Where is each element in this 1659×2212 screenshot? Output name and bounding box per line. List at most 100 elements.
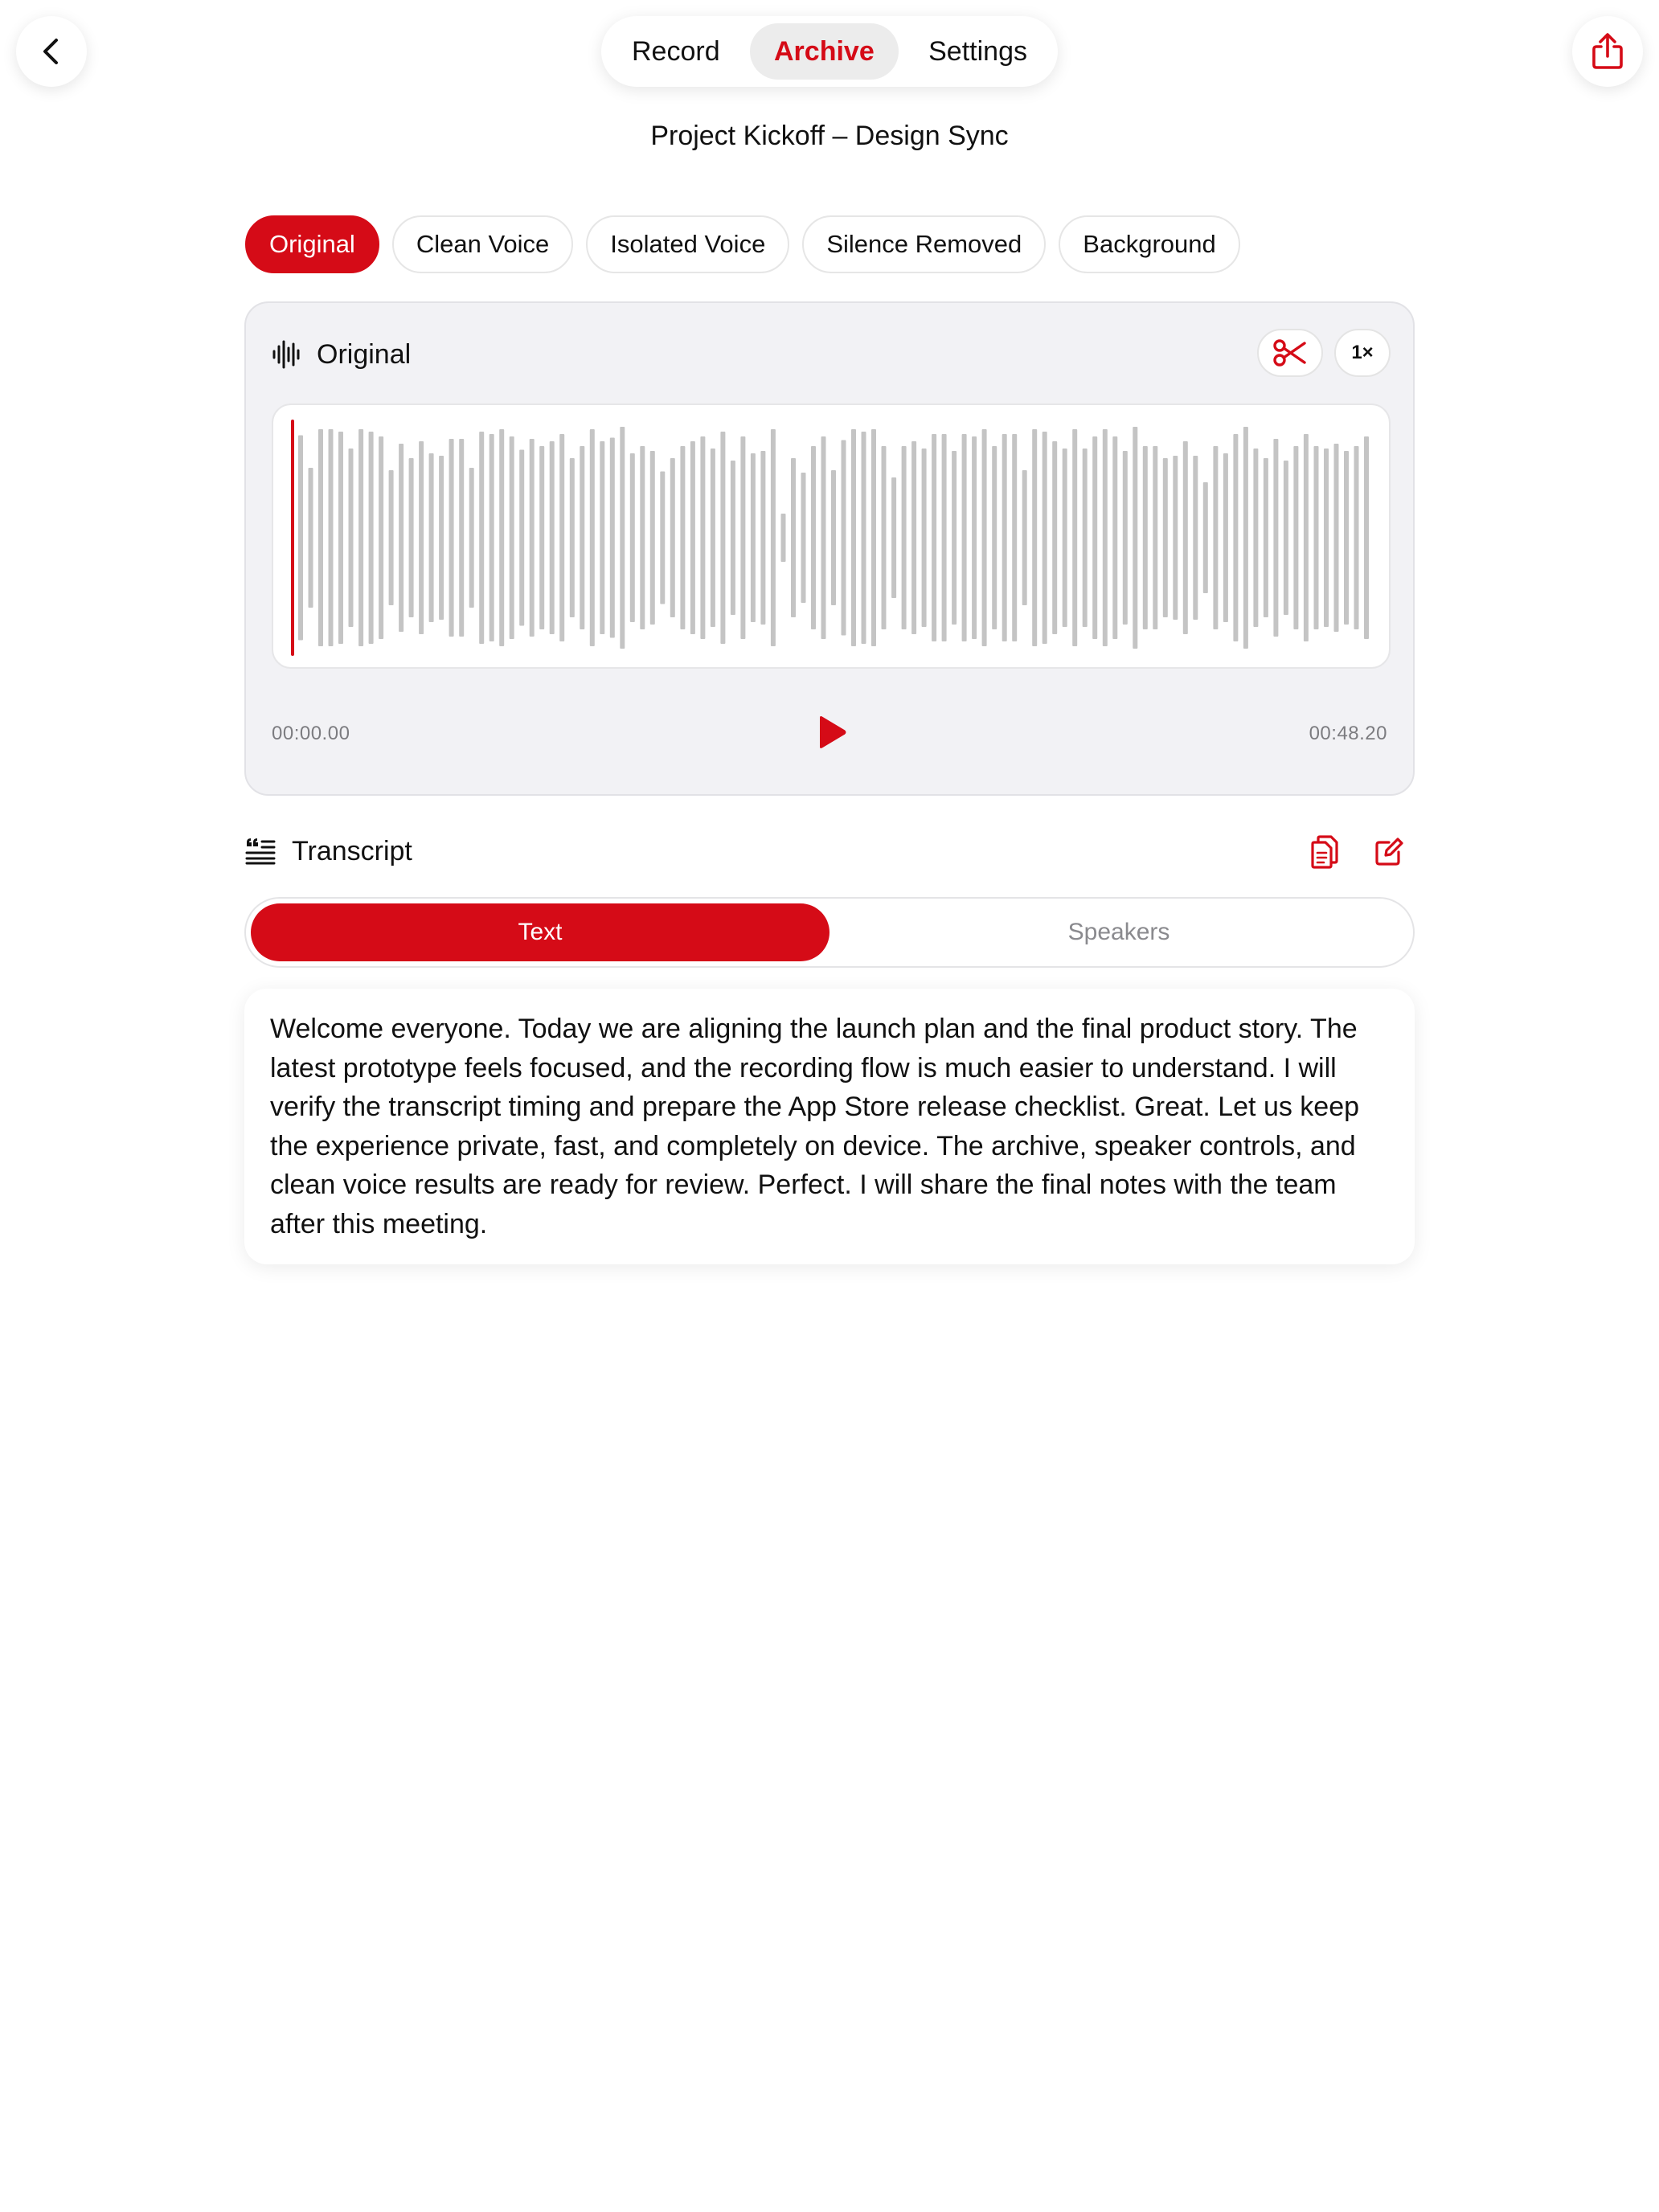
copy-transcript-button[interactable] [1305, 833, 1344, 871]
waveform-bar [1273, 439, 1279, 637]
transcript-text[interactable]: Welcome everyone. Today we are aligning … [270, 1010, 1389, 1244]
waveform-bar [298, 435, 303, 641]
edit-transcript-button[interactable] [1370, 833, 1408, 871]
chip-background[interactable]: Background [1059, 215, 1240, 273]
chip-silence-removed[interactable]: Silence Removed [802, 215, 1047, 273]
play-icon[interactable] [815, 715, 847, 750]
edit-icon [1375, 838, 1403, 866]
waveform-bar [1313, 446, 1319, 629]
waveform-bar [358, 429, 364, 646]
waveform-bar [1052, 441, 1058, 634]
waveform-bar [700, 436, 706, 639]
waveform-bar [670, 458, 675, 617]
waveform-bar [1293, 446, 1299, 629]
waveform-bar [981, 429, 987, 646]
waveform-bar [589, 429, 595, 646]
playback-speed-button[interactable]: 1× [1334, 329, 1391, 377]
tab-speakers[interactable]: Speakers [830, 903, 1408, 961]
waveform-bar [821, 436, 826, 639]
waveform-bar [388, 470, 394, 605]
waveform-bar [640, 446, 645, 629]
waveform-area[interactable] [272, 403, 1391, 669]
waveform-bar [1202, 482, 1208, 593]
audio-player-card: Original 1× 00:00.00 00:48.20 [244, 301, 1415, 796]
trim-button[interactable] [1257, 329, 1323, 377]
main-segmented-control: Record Archive Settings [601, 16, 1058, 87]
waveform-bar [710, 449, 715, 627]
waveform-bar [1193, 456, 1198, 620]
waveform-bar [730, 461, 735, 615]
waveform-bar [1173, 456, 1178, 620]
waveform-bar [348, 449, 354, 627]
waveform-bar [1072, 429, 1078, 646]
waveform-bar [831, 470, 836, 605]
tab-text[interactable]: Text [251, 903, 830, 961]
waveform-bar [469, 468, 474, 608]
waveform-bar [720, 432, 726, 644]
waveform-bar [419, 441, 424, 634]
waveform-bar [1182, 441, 1188, 634]
waveform-bar [952, 451, 957, 625]
back-button[interactable] [16, 16, 87, 87]
waveform-bar [871, 429, 876, 646]
waveform-bar [972, 436, 977, 639]
waveform-bar [770, 429, 776, 646]
waveform-bar [1283, 461, 1288, 615]
copy-icon [1311, 835, 1338, 869]
waveform-bar [1112, 436, 1118, 639]
waveform-bar [529, 439, 535, 637]
transcript-header: Transcript [245, 832, 412, 870]
waveform-bar [338, 432, 343, 644]
waveform-bar [600, 441, 605, 634]
waveform-bar [941, 434, 947, 641]
total-duration: 00:48.20 [1309, 723, 1387, 744]
waveform-bar [449, 439, 454, 637]
waveform-bar [851, 429, 856, 646]
waveform-bar [580, 446, 585, 629]
waveform-bar [992, 446, 997, 629]
waveform-icon [272, 340, 300, 369]
transcript-view-tabs: Text Speakers [244, 897, 1415, 968]
waveform-bar [1162, 458, 1168, 617]
waveform-bar [1092, 436, 1098, 639]
current-time: 00:00.00 [272, 723, 350, 744]
waveform-bar [1344, 451, 1349, 625]
waveform-bar [961, 434, 967, 641]
chip-clean-voice[interactable]: Clean Voice [391, 215, 574, 273]
waveform-bar [379, 436, 384, 639]
waveform-bar [649, 451, 655, 625]
waveform-bar [1243, 427, 1248, 649]
waveform-bar [1364, 436, 1369, 639]
waveform-bar [489, 434, 494, 641]
chip-original[interactable]: Original [245, 215, 379, 273]
text-quote-icon [245, 838, 276, 865]
segment-settings[interactable]: Settings [904, 23, 1051, 80]
waveform-bar [539, 446, 545, 629]
waveform-bar [1042, 432, 1047, 644]
scissors-icon [1273, 339, 1306, 367]
share-button[interactable] [1572, 16, 1643, 87]
waveform-bar [439, 456, 444, 620]
waveform-bar [308, 468, 313, 608]
archive-detail-page: Record Archive Settings Project Kickoff … [0, 0, 1659, 2212]
waveform-bar [629, 453, 635, 622]
waveform-bar [519, 449, 525, 626]
waveform-bar [368, 432, 374, 644]
waveform-bar [1223, 453, 1228, 622]
waveform-bar [1062, 449, 1067, 627]
waveform-bar [569, 458, 575, 617]
waveform-bar [1213, 446, 1219, 629]
player-header: Original [272, 335, 411, 374]
segment-archive[interactable]: Archive [750, 23, 899, 80]
playhead[interactable] [291, 420, 294, 656]
waveform-bar [1122, 451, 1128, 625]
share-icon [1592, 33, 1623, 69]
waveform-bar [1263, 458, 1268, 617]
waveform-bar [499, 429, 505, 646]
version-chip-row: Original Clean Voice Isolated Voice Sile… [245, 215, 1240, 273]
segment-record[interactable]: Record [608, 23, 744, 80]
waveform-bar [690, 441, 695, 634]
waveform-bar [620, 427, 625, 649]
waveform-bar [891, 477, 897, 598]
chip-isolated-voice[interactable]: Isolated Voice [586, 215, 790, 273]
